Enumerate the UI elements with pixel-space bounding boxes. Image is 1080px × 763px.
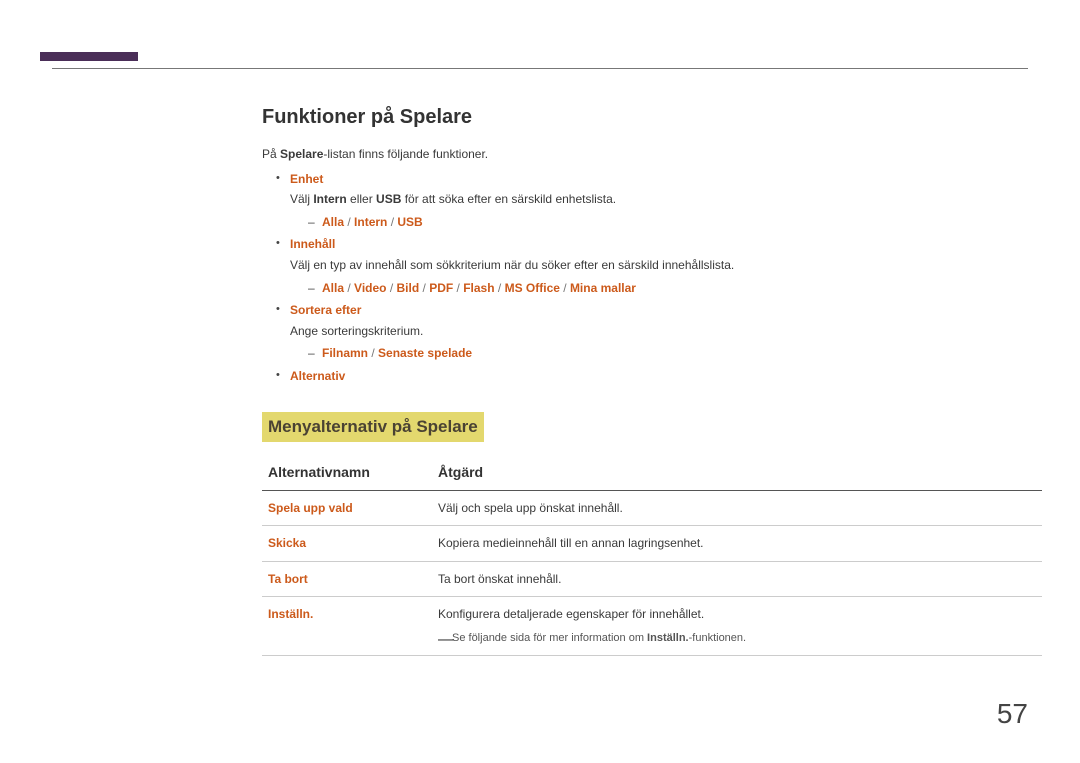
feature-item-alternativ: Alternativ [276, 367, 1042, 386]
header-rule [52, 68, 1028, 69]
sub-option: Filnamn / Senaste spelade [308, 344, 1042, 363]
feature-list: Enhet Välj Intern eller USB för att söka… [276, 170, 1042, 386]
page-number: 57 [997, 692, 1028, 735]
header-accent-bar [40, 52, 138, 61]
column-header-action: Åtgärd [432, 456, 1042, 490]
table-row: Skicka Kopiera medieinnehåll till en ann… [262, 526, 1042, 562]
feature-item-innehall: Innehåll Välj en typ av innehåll som sök… [276, 235, 1042, 297]
sub-option: Alla / Intern / USB [308, 213, 1042, 232]
intro-text: På Spelare-listan finns följande funktio… [262, 145, 1042, 164]
page-heading: Funktioner på Spelare [262, 102, 1042, 133]
feature-item-enhet: Enhet Välj Intern eller USB för att söka… [276, 170, 1042, 232]
sub-option: Alla / Video / Bild / PDF / Flash / MS O… [308, 279, 1042, 298]
footnote: Se följande sida för mer information om … [438, 630, 1036, 647]
options-table: Alternativnamn Åtgärd Spela upp vald Väl… [262, 456, 1042, 656]
content-column: Funktioner på Spelare På Spelare-listan … [262, 102, 1042, 656]
table-row: Ta bort Ta bort önskat innehåll. [262, 561, 1042, 597]
section-subheading: Menyalternativ på Spelare [262, 412, 484, 442]
page: Funktioner på Spelare På Spelare-listan … [0, 0, 1080, 696]
column-header-name: Alternativnamn [262, 456, 432, 490]
table-row: Inställn. Konfigurera detaljerade egensk… [262, 597, 1042, 656]
table-row: Spela upp vald Välj och spela upp önskat… [262, 490, 1042, 526]
feature-item-sortera: Sortera efter Ange sorteringskriterium. … [276, 301, 1042, 363]
